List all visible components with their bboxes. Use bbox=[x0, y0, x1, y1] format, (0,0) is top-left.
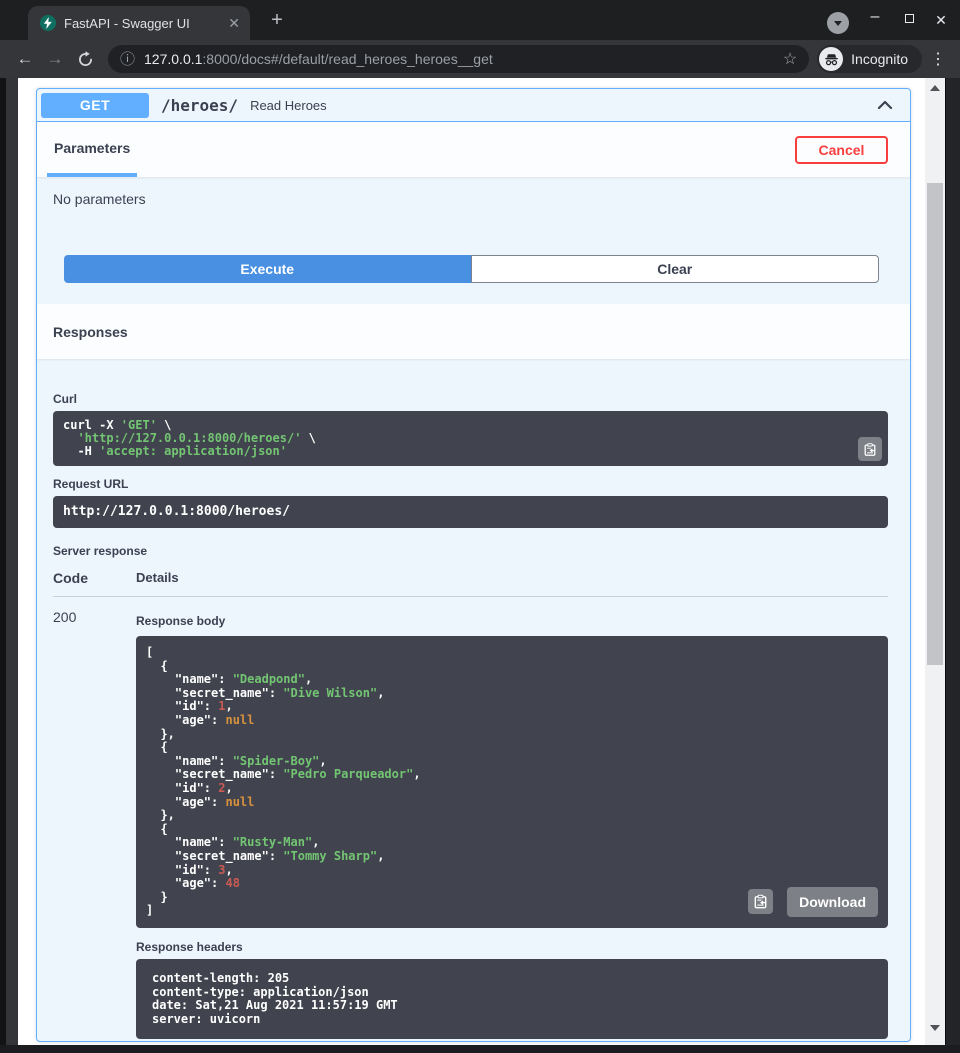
response-code: 200 bbox=[53, 609, 136, 1039]
url-host: 127.0.0.1 bbox=[144, 51, 202, 67]
opblock-header[interactable]: GET /heroes/ Read Heroes bbox=[37, 89, 910, 122]
server-response-table: Code Details 200 Response body [ { "name… bbox=[53, 566, 888, 1039]
back-button[interactable]: ← bbox=[10, 49, 40, 69]
curl-code: curl -X 'GET' \ 'http://127.0.0.1:8000/h… bbox=[63, 419, 878, 458]
table-row: 200 Response body [ { "name": "Deadpond"… bbox=[53, 597, 888, 1039]
collapse-button[interactable] bbox=[874, 94, 896, 116]
scroll-up-icon[interactable] bbox=[930, 85, 940, 91]
opblock-get-heroes: GET /heroes/ Read Heroes Parameters Canc… bbox=[36, 88, 911, 1042]
method-badge: GET bbox=[41, 93, 149, 118]
maximize-button[interactable] bbox=[898, 10, 920, 30]
close-button[interactable]: ✕ bbox=[930, 10, 952, 30]
maximize-icon bbox=[905, 14, 914, 23]
response-details-cell: Response body [ { "name": "Deadpond", "s… bbox=[136, 609, 888, 1039]
response-body-code: [ { "name": "Deadpond", "secret_name": "… bbox=[146, 646, 878, 918]
response-header-line: content-type: application/json bbox=[152, 986, 878, 1000]
reload-icon bbox=[77, 51, 94, 68]
window-frame-left bbox=[0, 78, 18, 1053]
address-bar[interactable]: ⓘ 127.0.0.1:8000/docs#/default/read_hero… bbox=[108, 45, 809, 73]
request-url-block: http://127.0.0.1:8000/heroes/ bbox=[53, 496, 888, 528]
execute-button[interactable]: Execute bbox=[64, 255, 471, 283]
cancel-button[interactable]: Cancel bbox=[795, 136, 888, 164]
incognito-label: Incognito bbox=[851, 51, 908, 67]
fastapi-logo-icon bbox=[40, 15, 56, 31]
window-frame-bottom bbox=[0, 1045, 960, 1053]
parameters-body: No parameters bbox=[37, 177, 910, 245]
execute-row: Execute Clear bbox=[64, 255, 879, 283]
parameters-title: Parameters bbox=[54, 140, 130, 156]
responses-inner: Curl curl -X 'GET' \ 'http://127.0.0.1:8… bbox=[37, 359, 910, 1041]
reload-button[interactable] bbox=[70, 51, 100, 68]
clipboard-icon bbox=[864, 442, 876, 457]
tab-parameters[interactable]: Parameters bbox=[47, 122, 137, 177]
response-body-label: Response body bbox=[136, 614, 888, 628]
response-body-actions: Download bbox=[748, 887, 878, 917]
endpoint-summary: Read Heroes bbox=[250, 98, 874, 113]
scroll-down-icon[interactable] bbox=[930, 1025, 940, 1031]
response-headers-label: Response headers bbox=[136, 940, 888, 954]
download-button[interactable]: Download bbox=[787, 887, 878, 917]
tab-title: FastAPI - Swagger UI bbox=[64, 16, 220, 31]
clear-button[interactable]: Clear bbox=[471, 255, 880, 283]
responses-header: Responses bbox=[37, 304, 910, 359]
incognito-icon bbox=[819, 47, 843, 71]
request-url-label: Request URL bbox=[53, 477, 888, 491]
clipboard-icon bbox=[754, 894, 767, 909]
request-url-text: http://127.0.0.1:8000/heroes/ bbox=[63, 504, 878, 520]
browser-toolbar: ← → ⓘ 127.0.0.1:8000/docs#/default/read_… bbox=[0, 40, 960, 78]
curl-block: curl -X 'GET' \ 'http://127.0.0.1:8000/h… bbox=[53, 411, 888, 466]
forward-button[interactable]: → bbox=[40, 49, 70, 69]
url-text: 127.0.0.1:8000/docs#/default/read_heroes… bbox=[144, 51, 775, 67]
page-scrollbar[interactable] bbox=[925, 78, 945, 1045]
code-column-header: Code bbox=[53, 570, 136, 586]
chevron-down-icon bbox=[834, 21, 842, 26]
no-parameters-text: No parameters bbox=[53, 191, 146, 207]
parameters-header: Parameters Cancel bbox=[37, 122, 910, 177]
new-tab-button[interactable]: + bbox=[264, 7, 290, 33]
response-body-block: [ { "name": "Deadpond", "secret_name": "… bbox=[136, 636, 888, 928]
curl-label: Curl bbox=[53, 392, 888, 406]
browser-menu-button[interactable]: ⋮ bbox=[926, 49, 950, 69]
browser-tab[interactable]: FastAPI - Swagger UI ✕ bbox=[28, 6, 250, 40]
table-header-row: Code Details bbox=[53, 566, 888, 597]
response-copy-button[interactable] bbox=[748, 889, 773, 914]
tab-close-icon[interactable]: ✕ bbox=[228, 16, 240, 30]
incognito-badge: Incognito bbox=[817, 45, 922, 73]
bookmark-star-icon[interactable]: ☆ bbox=[783, 49, 797, 69]
swagger-page: GET /heroes/ Read Heroes Parameters Canc… bbox=[18, 78, 925, 1045]
response-header-line: server: uvicorn bbox=[152, 1013, 878, 1027]
endpoint-path: /heroes/ bbox=[161, 96, 238, 115]
window-frame-right bbox=[945, 78, 960, 1053]
tab-search-button[interactable] bbox=[827, 12, 849, 34]
tab-bar: FastAPI - Swagger UI ✕ + – ✕ bbox=[0, 0, 960, 40]
chevron-up-icon bbox=[874, 94, 896, 116]
curl-copy-button[interactable] bbox=[858, 437, 882, 461]
site-info-icon[interactable]: ⓘ bbox=[120, 52, 135, 67]
response-header-line: content-length: 205 bbox=[152, 972, 878, 986]
response-headers-block: content-length: 205 content-type: applic… bbox=[136, 959, 888, 1039]
responses-title: Responses bbox=[53, 324, 128, 340]
server-response-label: Server response bbox=[53, 544, 888, 558]
details-column-header: Details bbox=[136, 570, 888, 586]
response-header-line: date: Sat,21 Aug 2021 11:57:19 GMT bbox=[152, 999, 878, 1013]
scrollbar-thumb[interactable] bbox=[927, 183, 943, 665]
url-path: :8000/docs#/default/read_heroes_heroes__… bbox=[202, 51, 492, 67]
minimize-button[interactable]: – bbox=[864, 10, 886, 30]
